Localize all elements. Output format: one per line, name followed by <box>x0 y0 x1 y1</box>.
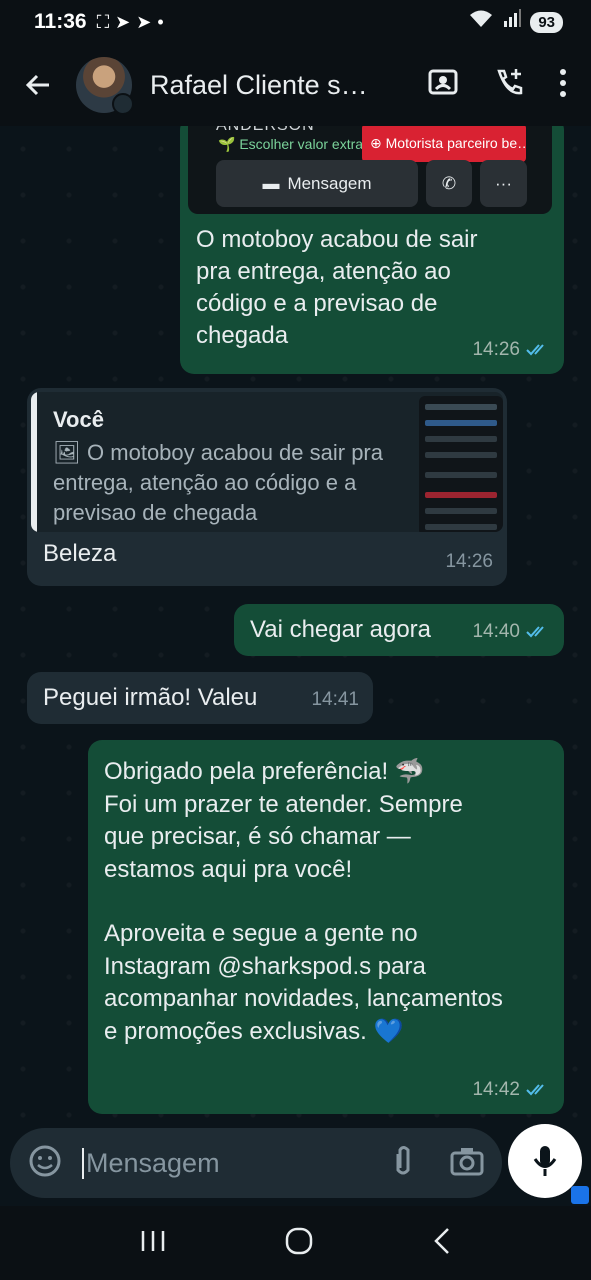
phone-plus-icon <box>497 68 523 94</box>
quote-bar <box>31 392 37 532</box>
message-bubble-incoming[interactable]: Você 🖼 O motoboy acabou de sair pra entr… <box>27 388 507 586</box>
home-button[interactable] <box>285 1227 313 1260</box>
message-meta: 14:41 <box>311 684 359 716</box>
contact-card-button[interactable] <box>427 67 459 104</box>
kebab-menu-icon <box>560 68 566 97</box>
card-message-button: ▬ Mensagem <box>216 160 418 207</box>
chat-icon: ▬ <box>262 173 280 193</box>
image-preview[interactable]: ANDERSON 🌱 Escolher valor extra ⊕ Motori… <box>188 126 552 214</box>
back-button[interactable] <box>16 63 60 107</box>
message-meta: 14:26 <box>472 334 550 366</box>
status-badge <box>112 93 134 115</box>
message-text: Peguei irmão! Valeu <box>43 684 258 711</box>
emoji-button[interactable] <box>28 1144 62 1183</box>
message-text: Obrigado pela preferência! 🦈 Foi um praz… <box>104 756 504 1048</box>
home-icon <box>285 1227 312 1254</box>
recent-apps-button[interactable] <box>140 1229 166 1258</box>
paperclip-icon <box>396 1145 410 1174</box>
message-time: 14:26 <box>445 551 493 572</box>
message-bubble-outgoing[interactable]: Vai chegar agora 14:40 <box>234 604 564 656</box>
message-line: Foi um prazer te atender. Sempre que pre… <box>104 790 463 883</box>
message-meta: 14:42 <box>472 1074 550 1106</box>
screenshot-icon: ⛶ <box>96 11 110 32</box>
message-composer[interactable]: Mensagem <box>10 1128 502 1198</box>
quote-author: Você <box>53 407 104 432</box>
chat-area[interactable]: ANDERSON 🌱 Escolher valor extra ⊕ Motori… <box>0 126 591 1124</box>
message-time: 14:42 <box>472 1079 520 1100</box>
contact-name[interactable]: Rafael Cliente s… <box>150 70 380 101</box>
sticker-emoji-icon <box>29 1145 61 1176</box>
read-ticks-icon <box>526 1084 544 1096</box>
more-icon: ··· <box>495 173 512 193</box>
overlay-badge-icon <box>571 1186 589 1204</box>
status-time: 11:36 <box>34 10 87 33</box>
system-nav-bar <box>0 1206 591 1280</box>
add-call-button[interactable] <box>493 67 525 104</box>
message-input[interactable]: Mensagem <box>82 1147 220 1179</box>
quoted-message[interactable]: Você 🖼 O motoboy acabou de sair pra entr… <box>31 392 503 532</box>
back-arrow-icon <box>25 74 49 96</box>
message-bubble-outgoing[interactable]: Obrigado pela preferência! 🦈 Foi um praz… <box>88 740 564 1114</box>
message-meta: 14:26 <box>445 546 493 578</box>
notification-icons: ⛶ ➤ ➤ • <box>97 12 164 33</box>
card-more-button: ··· <box>480 160 527 207</box>
chat-header: Rafael Cliente s… <box>0 44 591 126</box>
contact-avatar[interactable] <box>76 57 134 115</box>
message-bubble-incoming[interactable]: Peguei irmão! Valeu 14:41 <box>27 672 373 724</box>
wifi-icon <box>468 9 494 35</box>
message-line: Obrigado pela preferência! 🦈 <box>104 758 425 785</box>
message-time: 14:40 <box>472 621 520 642</box>
telegram-icon-2: ➤ <box>136 11 152 32</box>
message-meta: 14:40 <box>472 616 550 648</box>
message-text: O motoboy acabou de sair pra entrega, at… <box>196 226 478 349</box>
message-line <box>104 886 504 918</box>
image-icon: 🖼 <box>53 440 88 465</box>
read-ticks-icon <box>526 626 544 638</box>
dot-icon: • <box>157 11 164 32</box>
status-bar: 11:36 ⛶ ➤ ➤ • 93 <box>0 0 591 44</box>
read-ticks-icon <box>526 344 544 356</box>
battery-badge: 93 <box>530 11 563 33</box>
message-time: 14:26 <box>472 339 520 360</box>
chevron-left-icon <box>433 1227 449 1254</box>
message-text: Vai chegar agora <box>250 616 432 643</box>
telegram-icon: ➤ <box>115 11 131 32</box>
more-options-button[interactable] <box>559 68 567 103</box>
camera-icon <box>450 1147 484 1175</box>
message-bubble-outgoing[interactable]: ANDERSON 🌱 Escolher valor extra ⊕ Motori… <box>180 126 564 374</box>
microphone-icon <box>533 1146 557 1176</box>
message-time: 14:41 <box>311 689 359 710</box>
quote-text: 🖼 O motoboy acabou de sair pra entrega, … <box>53 440 383 525</box>
message-line: Aproveita e segue a gente no Instagram @… <box>104 920 503 1045</box>
attach-button[interactable] <box>390 1144 416 1183</box>
message-text: Beleza <box>43 540 117 567</box>
system-back-button[interactable] <box>432 1227 452 1260</box>
signal-icon <box>502 9 522 35</box>
recent-apps-icon <box>141 1230 164 1251</box>
camera-button[interactable] <box>450 1146 484 1181</box>
quote-thumbnail <box>419 396 503 532</box>
composer-bar: Mensagem <box>0 1124 591 1206</box>
card-extra-value: 🌱 Escolher valor extra <box>218 136 364 152</box>
card-call-button: ✆ <box>426 160 472 207</box>
phone-icon: ✆ <box>441 173 457 193</box>
card-partner-tag: ⊕ Motorista parceiro be… <box>362 126 526 162</box>
contact-card-icon <box>428 69 458 94</box>
